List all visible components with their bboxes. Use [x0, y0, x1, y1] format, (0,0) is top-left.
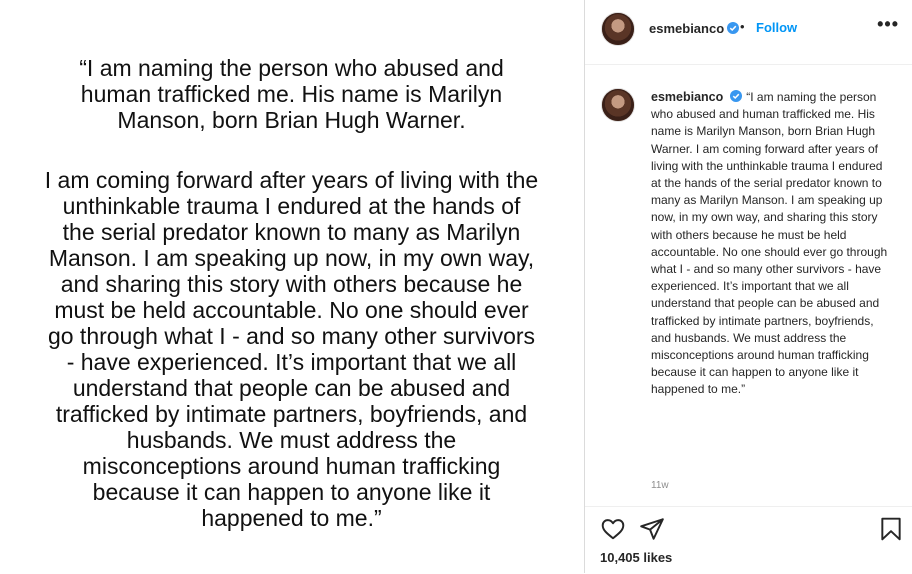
- quote-line: husbands. We must address the: [126, 427, 457, 453]
- action-bar: 10,405 likes: [585, 506, 912, 574]
- quote-line: - have experienced. It’s important that …: [66, 349, 517, 375]
- quote-paragraph-2: I am coming forward after years of livin…: [8, 167, 575, 531]
- quote-line: misconceptions around human trafficking: [82, 453, 501, 479]
- caption: esmebianco “I am naming the person who ab…: [651, 89, 891, 399]
- quote-line: Manson. I am speaking up now, in my own …: [48, 245, 535, 271]
- quote-line: understand that people can be abused and: [72, 375, 511, 401]
- caption-avatar[interactable]: [601, 88, 635, 122]
- quote-line: trafficked by intimate partners, boyfrie…: [55, 401, 528, 427]
- post-side-panel: esmebianco • Follow ••• esmebianco “I am …: [584, 0, 912, 573]
- post-image[interactable]: “I am naming the person who abused and h…: [0, 0, 583, 573]
- separator-dot: •: [740, 19, 745, 34]
- more-options-button[interactable]: •••: [877, 14, 899, 35]
- quote-line: and sharing this story with others becau…: [60, 271, 523, 297]
- verified-badge-icon: [727, 22, 740, 34]
- quote-line: Manson, born Brian Hugh Warner.: [117, 107, 466, 133]
- bookmark-icon[interactable]: [878, 516, 904, 542]
- verified-badge-icon: [730, 90, 743, 102]
- quote-line: I am coming forward after years of livin…: [44, 167, 539, 193]
- quote-paragraph-1: “I am naming the person who abused and h…: [8, 55, 575, 133]
- quote-line: “I am naming the person who abused and: [79, 55, 504, 81]
- caption-username-link[interactable]: esmebianco: [651, 90, 723, 104]
- share-icon[interactable]: [639, 516, 665, 542]
- quote-line: unthinkable trauma I endured at the hand…: [62, 193, 521, 219]
- likes-count[interactable]: 10,405 likes: [600, 550, 672, 565]
- caption-timestamp[interactable]: 11w: [651, 480, 669, 491]
- quote-line: the serial predator known to many as Mar…: [62, 219, 521, 245]
- quote-line: happened to me.”: [201, 505, 382, 531]
- quote-line: go through what I - and so many other su…: [47, 323, 536, 349]
- follow-button[interactable]: Follow: [756, 20, 797, 35]
- quote-line: must be held accountable. No one should …: [54, 297, 529, 323]
- quote-line: because it can happen to anyone like it: [92, 479, 491, 505]
- caption-text: “I am naming the person who abused and h…: [651, 90, 888, 397]
- quote-line: human trafficked me. His name is Marilyn: [80, 81, 503, 107]
- post-header: esmebianco • Follow •••: [585, 0, 912, 65]
- heart-icon[interactable]: [600, 516, 626, 542]
- avatar[interactable]: [601, 12, 635, 46]
- username-link[interactable]: esmebianco: [649, 21, 724, 36]
- header-user: esmebianco: [649, 20, 740, 38]
